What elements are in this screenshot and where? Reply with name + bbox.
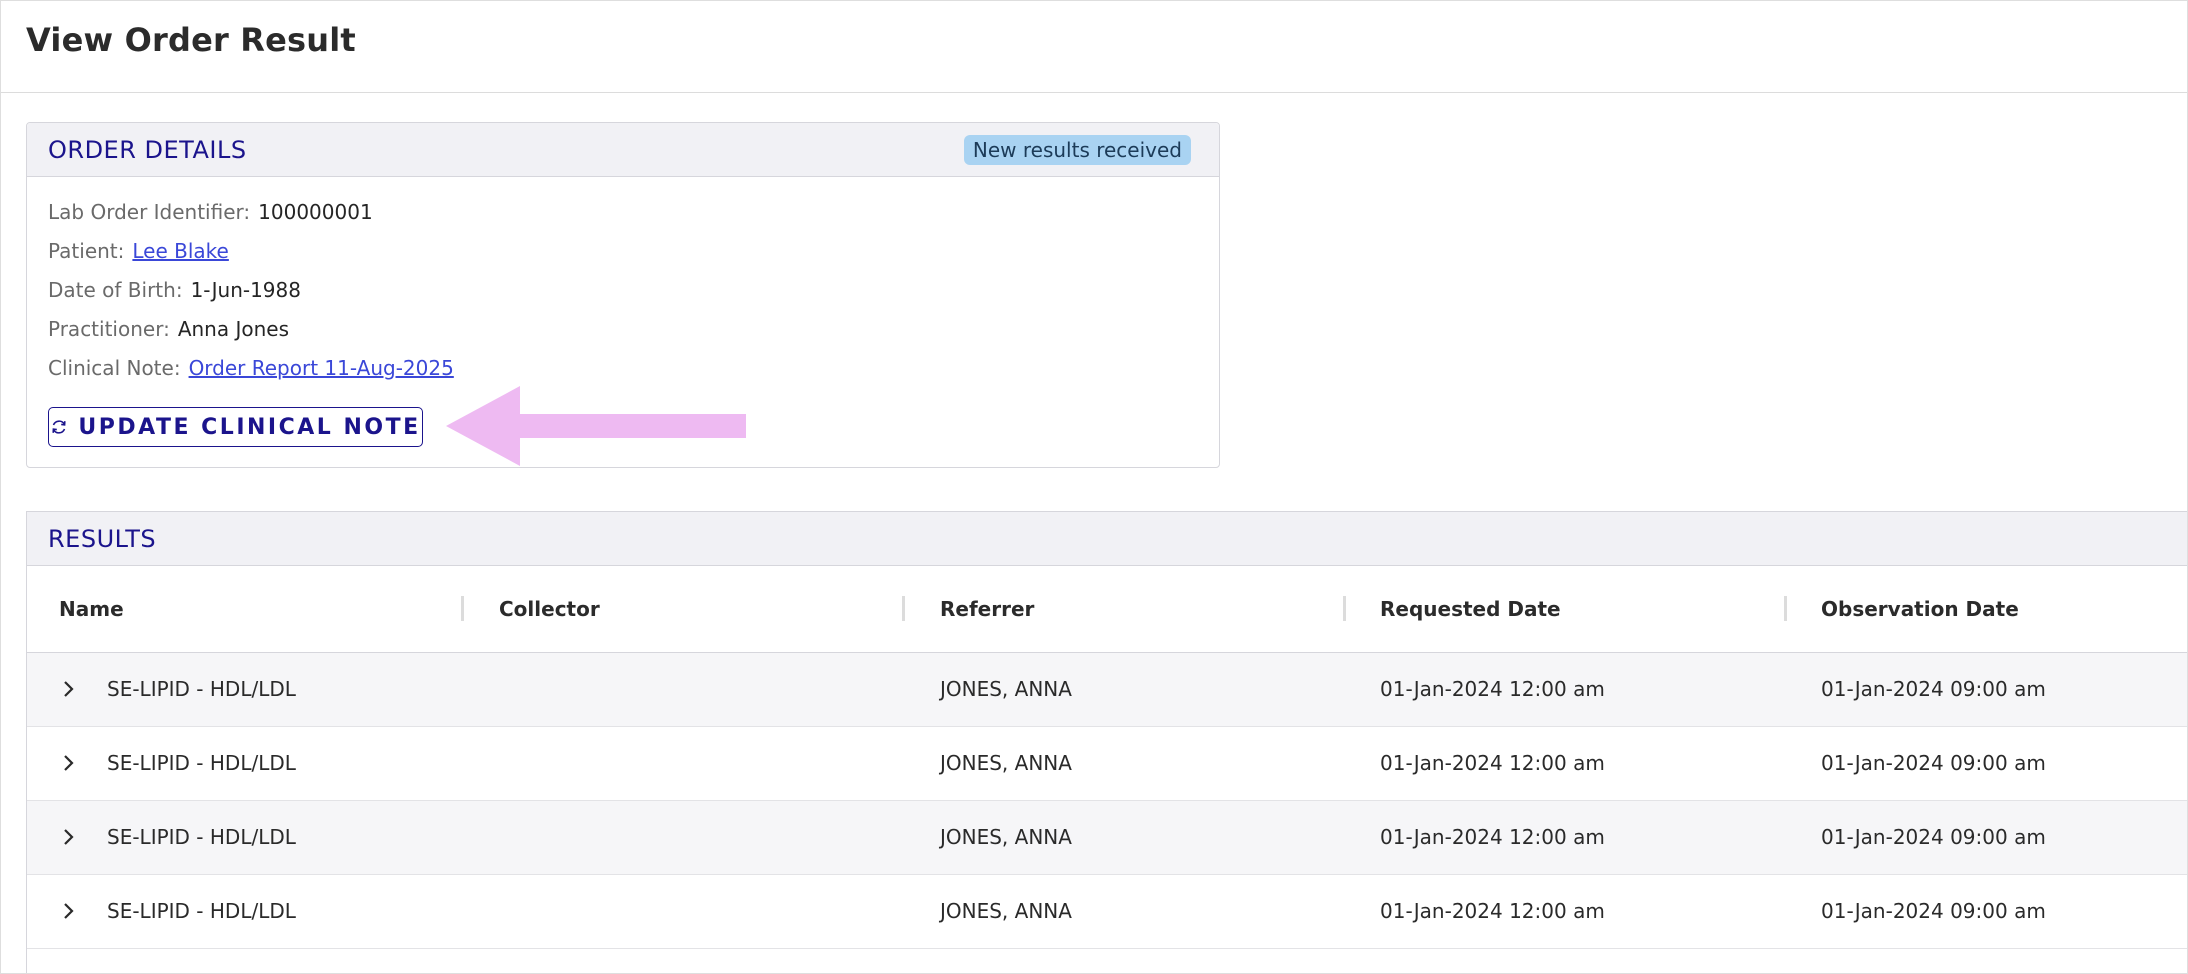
column-header-requested-date[interactable]: Requested Date	[1380, 597, 1561, 621]
results-header: RESULTS	[27, 512, 2187, 566]
column-resize-handle[interactable]	[1784, 596, 1787, 621]
cell-requested-date: 01-Jan-2024 12:00 am	[1380, 899, 1605, 923]
column-resize-handle[interactable]	[461, 596, 464, 621]
column-resize-handle[interactable]	[902, 596, 905, 621]
detail-label: Practitioner:	[48, 317, 170, 341]
column-header-referrer[interactable]: Referrer	[940, 597, 1034, 621]
cell-requested-date: 01-Jan-2024 12:00 am	[1380, 677, 1605, 701]
detail-clinical-note: Clinical Note: Order Report 11-Aug-2025	[48, 356, 454, 380]
cell-requested-date: 01-Jan-2024 12:00 am	[1380, 751, 1605, 775]
update-clinical-note-button[interactable]: UPDATE CLINICAL NOTE	[48, 407, 423, 447]
table-row[interactable]: SE-LIPID - HDL/LDL JONES, ANNA 01-Jan-20…	[27, 875, 2187, 949]
page-header: View Order Result	[1, 1, 2187, 93]
table-row[interactable]: SE-LIPID - HDL/LDL JONES, ANNA 01-Jan-20…	[27, 727, 2187, 801]
detail-label: Date of Birth:	[48, 278, 183, 302]
chevron-right-icon[interactable]	[61, 901, 75, 925]
cell-name: SE-LIPID - HDL/LDL	[107, 677, 296, 701]
detail-patient: Patient: Lee Blake	[48, 239, 229, 263]
cell-observation-date: 01-Jan-2024 09:00 am	[1821, 825, 2046, 849]
order-details-header: ORDER DETAILS New results received	[27, 123, 1219, 177]
practitioner-value: Anna Jones	[177, 317, 289, 341]
results-title: RESULTS	[48, 525, 157, 553]
left-arrow-pointer-icon	[446, 384, 746, 472]
cell-observation-date: 01-Jan-2024 09:00 am	[1821, 899, 2046, 923]
cell-requested-date: 01-Jan-2024 12:00 am	[1380, 825, 1605, 849]
column-header-observation-date[interactable]: Observation Date	[1821, 597, 2019, 621]
cell-referrer: JONES, ANNA	[940, 899, 1072, 923]
detail-date-of-birth: Date of Birth: 1-Jun-1988	[48, 278, 301, 302]
chevron-right-icon[interactable]	[61, 679, 75, 703]
column-resize-handle[interactable]	[1343, 596, 1346, 621]
table-header: Name Collector Referrer Requested Date O…	[27, 566, 2187, 653]
table-row[interactable]: SE-LIPID - HDL/LDL JONES, ANNA 01-Jan-20…	[27, 801, 2187, 875]
status-badge: New results received	[963, 135, 1191, 165]
clinical-note-link[interactable]: Order Report 11-Aug-2025	[189, 356, 454, 380]
date-of-birth-value: 1-Jun-1988	[190, 278, 301, 302]
cell-observation-date: 01-Jan-2024 09:00 am	[1821, 677, 2046, 701]
column-header-name[interactable]: Name	[59, 597, 124, 621]
cell-referrer: JONES, ANNA	[940, 677, 1072, 701]
update-clinical-note-label: UPDATE CLINICAL NOTE	[78, 414, 421, 440]
cell-observation-date: 01-Jan-2024 09:00 am	[1821, 751, 2046, 775]
patient-link[interactable]: Lee Blake	[132, 239, 228, 263]
page-title: View Order Result	[26, 21, 356, 59]
cell-name: SE-LIPID - HDL/LDL	[107, 899, 296, 923]
results-panel: RESULTS Name Collector Referrer Requeste…	[26, 511, 2187, 973]
cell-referrer: JONES, ANNA	[940, 751, 1072, 775]
cell-name: SE-LIPID - HDL/LDL	[107, 825, 296, 849]
detail-label: Patient:	[48, 239, 125, 263]
order-details-title: ORDER DETAILS	[48, 136, 247, 164]
detail-label: Lab Order Identifier:	[48, 200, 251, 224]
cell-name: SE-LIPID - HDL/LDL	[107, 751, 296, 775]
chevron-right-icon[interactable]	[61, 753, 75, 777]
cell-referrer: JONES, ANNA	[940, 825, 1072, 849]
lab-order-identifier-value: 100000001	[258, 200, 373, 224]
refresh-icon	[50, 418, 68, 436]
chevron-right-icon[interactable]	[61, 827, 75, 851]
table-row[interactable]: SE-LIPID - HDL/LDL JONES, ANNA 01-Jan-20…	[27, 653, 2187, 727]
detail-practitioner: Practitioner: Anna Jones	[48, 317, 289, 341]
detail-lab-order-identifier: Lab Order Identifier: 100000001	[48, 200, 373, 224]
column-header-collector[interactable]: Collector	[499, 597, 600, 621]
detail-label: Clinical Note:	[48, 356, 181, 380]
app-frame: View Order Result ORDER DETAILS New resu…	[0, 0, 2188, 974]
